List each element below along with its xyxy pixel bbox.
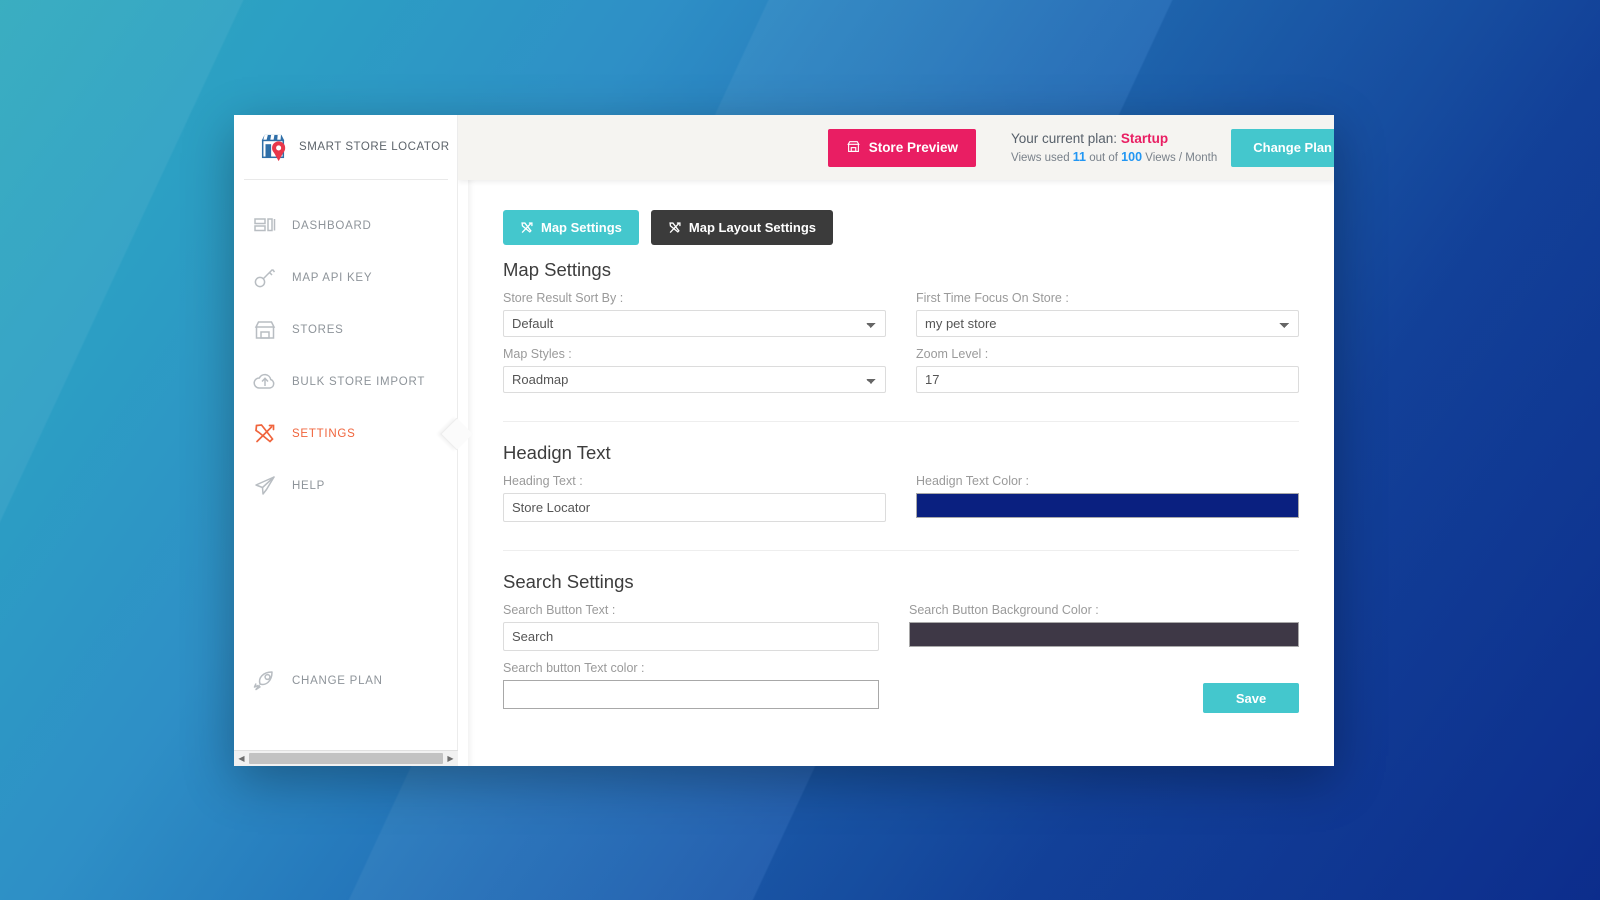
sidebar-item-label: DASHBOARD: [292, 220, 372, 232]
field-search-button-text: Search Button Text :: [503, 603, 879, 651]
field-label: Search button Text color :: [503, 661, 645, 675]
current-plan-line: Your current plan: Startup: [1011, 131, 1217, 146]
search-settings-section: Search Settings Search Button Text : Sea…: [503, 550, 1299, 737]
store-result-sort-by-select[interactable]: Default: [503, 310, 886, 337]
section-title: Headign Text: [503, 442, 611, 463]
field-label: Map Styles :: [503, 347, 572, 361]
section-title: Map Settings: [503, 259, 611, 280]
save-button-wrap: Save: [909, 657, 1299, 713]
heading-text-col-left: Heading Text :: [503, 474, 886, 532]
store-pin-logo-icon: [258, 132, 288, 162]
sidebar-item-label: BULK STORE IMPORT: [292, 376, 426, 388]
store-icon: [252, 317, 278, 343]
map-settings-section: Map Settings Store Result Sort By : Defa…: [503, 259, 1299, 421]
map-settings-col-left: Store Result Sort By : Default Map Style…: [503, 291, 886, 403]
zoom-level-input[interactable]: [916, 366, 1299, 393]
plan-info: Your current plan: Startup Views used 11…: [1011, 131, 1217, 164]
sidebar-item-label: HELP: [292, 480, 326, 492]
search-button-text-input[interactable]: [503, 622, 879, 651]
sidebar-item-label: SETTINGS: [292, 428, 356, 440]
views-total-value: 100: [1121, 150, 1143, 164]
scroll-right-arrow-icon[interactable]: ▶: [443, 750, 458, 766]
plan-prefix-label: Your current plan:: [1010, 131, 1121, 146]
sidebar-item-help[interactable]: HELP: [234, 460, 457, 512]
sidebar-horizontal-scrollbar[interactable]: ◀ ▶: [234, 750, 458, 766]
field-first-time-focus-on-store: First Time Focus On Store : my pet store: [916, 291, 1299, 337]
tab-map-settings[interactable]: Map Settings: [503, 210, 639, 245]
heading-text-col-right: Headign Text Color :: [916, 474, 1299, 532]
settings-tabs: Map Settings Map Layout Settings: [503, 210, 1299, 245]
search-button-bg-color-swatch[interactable]: [909, 622, 1299, 647]
sidebar-item-map-api-key[interactable]: MAP API KEY: [234, 252, 457, 304]
sidebar-item-dashboard[interactable]: DASHBOARD: [234, 200, 457, 252]
plan-name-value: Startup: [1120, 131, 1169, 146]
heading-text-row: Heading Text : Headign Text Color :: [503, 474, 1299, 532]
sidebar-item-change-plan[interactable]: CHANGE PLAN: [234, 655, 457, 707]
key-icon: [252, 265, 278, 291]
topbar: Store Preview Your current plan: Startup…: [458, 115, 1334, 180]
map-settings-col-right: First Time Focus On Store : my pet store…: [916, 291, 1299, 403]
views-used-value: 11: [1072, 150, 1086, 164]
sidebar-item-stores[interactable]: STORES: [234, 304, 457, 356]
sidebar-nav: DASHBOARD MAP API KEY STORES BULK STORE …: [234, 180, 457, 512]
field-label: Heading Text :: [503, 474, 583, 488]
tab-label: Map Layout Settings: [688, 220, 817, 235]
sidebar-item-bulk-store-import[interactable]: BULK STORE IMPORT: [234, 356, 457, 408]
field-label: Search Button Background Color :: [909, 603, 1099, 617]
field-store-result-sort-by: Store Result Sort By : Default: [503, 291, 886, 337]
views-usage-line: Views used 11 out of 100 Views / Month: [1011, 150, 1217, 164]
field-label: Store Result Sort By :: [503, 291, 624, 305]
main-content: Map Settings Map Layout Settings Map Set…: [468, 180, 1334, 766]
tools-icon: [520, 221, 534, 235]
sidebar-item-settings[interactable]: SETTINGS: [234, 408, 457, 460]
sidebar-item-label: STORES: [292, 324, 344, 336]
change-plan-button[interactable]: Change Plan: [1231, 128, 1334, 167]
search-settings-col-right: Search Button Background Color : Save: [909, 603, 1299, 719]
field-map-styles: Map Styles : Roadmap: [503, 347, 886, 393]
field-zoom-level: Zoom Level :: [916, 347, 1299, 393]
store-preview-label: Store Preview: [868, 140, 958, 155]
first-time-focus-store-select[interactable]: my pet store: [916, 310, 1299, 337]
tools-icon: [668, 221, 682, 235]
field-heading-text-color: Headign Text Color :: [916, 474, 1299, 518]
views-middle-label: out of: [1086, 152, 1122, 164]
paper-plane-icon: [252, 473, 278, 499]
tools-icon: [252, 421, 278, 447]
field-heading-text: Heading Text :: [503, 474, 886, 522]
field-label: Headign Text Color :: [916, 474, 1030, 488]
field-label: Zoom Level :: [916, 347, 989, 361]
views-suffix-label: Views / Month: [1142, 152, 1218, 164]
field-search-button-background-color: Search Button Background Color :: [909, 603, 1299, 647]
sidebar-item-label: MAP API KEY: [292, 272, 373, 284]
search-settings-row: Search Button Text : Search button Text …: [503, 603, 1299, 719]
store-preview-button[interactable]: Store Preview: [827, 128, 976, 167]
sidebar-bottom-nav: CHANGE PLAN: [234, 655, 457, 707]
brand-name: SMART STORE LOCATOR: [299, 141, 450, 153]
cloud-upload-icon: [252, 369, 278, 395]
store-front-icon: [846, 139, 861, 157]
tab-map-layout-settings[interactable]: Map Layout Settings: [650, 210, 834, 245]
map-settings-row-1: Store Result Sort By : Default Map Style…: [503, 291, 1299, 403]
search-settings-col-left: Search Button Text : Search button Text …: [503, 603, 879, 719]
field-search-button-text-color: Search button Text color :: [503, 661, 879, 709]
brand-logo-area[interactable]: SMART STORE LOCATOR: [244, 115, 450, 180]
section-title: Search Settings: [503, 571, 634, 592]
heading-text-color-swatch[interactable]: [916, 493, 1299, 518]
dashboard-icon: [252, 213, 278, 239]
field-label: First Time Focus On Store :: [916, 291, 1069, 305]
search-button-text-color-swatch[interactable]: [503, 680, 879, 709]
scroll-left-arrow-icon[interactable]: ◀: [234, 750, 249, 766]
field-label: Search Button Text :: [503, 603, 616, 617]
scrollbar-thumb[interactable]: [249, 753, 443, 764]
sidebar-item-label: CHANGE PLAN: [292, 675, 383, 687]
save-button[interactable]: Save: [1203, 683, 1299, 713]
sidebar: SMART STORE LOCATOR DASHBOARD MAP API KE…: [234, 115, 458, 766]
heading-text-input[interactable]: [503, 493, 886, 522]
rocket-icon: [252, 668, 278, 694]
heading-text-section: Headign Text Heading Text : Headign Text…: [503, 421, 1299, 550]
map-styles-select[interactable]: Roadmap: [503, 366, 886, 393]
tab-label: Map Settings: [541, 220, 622, 235]
app-window: SMART STORE LOCATOR DASHBOARD MAP API KE…: [234, 115, 1334, 766]
views-prefix-label: Views used: [1010, 152, 1073, 164]
